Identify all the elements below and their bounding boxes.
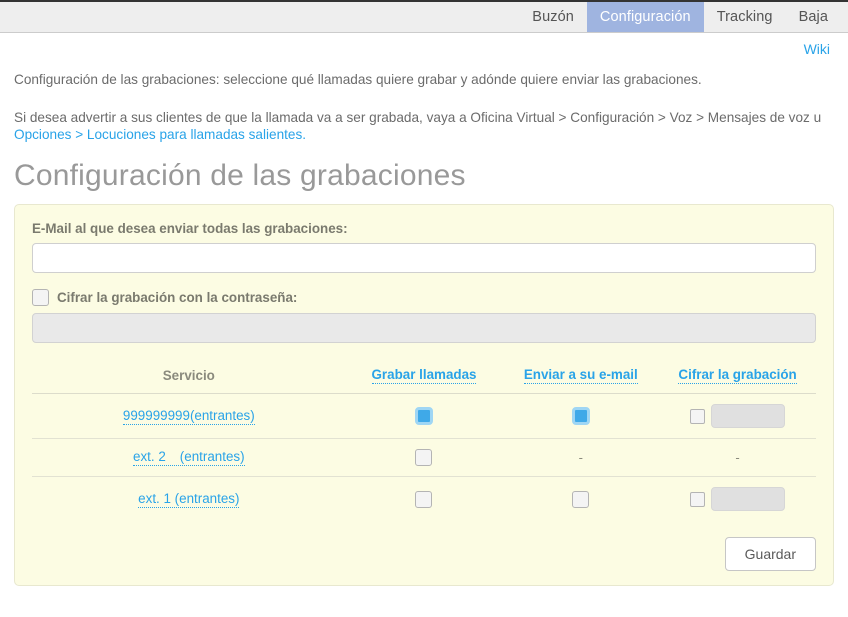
nav-item-label: Tracking — [717, 9, 773, 25]
panel-footer: Guardar — [32, 537, 816, 571]
service-direction: (entrantes) — [175, 491, 240, 506]
wiki-link[interactable]: Wiki — [804, 41, 830, 57]
service-link[interactable]: 999999999(entrantes) — [123, 408, 255, 425]
table-row: ext. 1 (entrantes) — [32, 477, 816, 522]
cell-email: - — [502, 439, 659, 477]
intro-paragraph-2-text: Si desea advertir a sus clientes de que … — [14, 110, 821, 125]
save-button[interactable]: Guardar — [725, 537, 816, 571]
column-header-record-label[interactable]: Grabar llamadas — [372, 367, 477, 384]
cipher-row-password-input[interactable] — [711, 487, 785, 511]
cell-email — [502, 394, 659, 439]
email-input[interactable] — [32, 243, 816, 273]
cell-service: ext. 2 (entrantes) — [32, 439, 346, 477]
service-link[interactable]: ext. 1 (entrantes) — [138, 491, 239, 508]
nav-item-configuracion[interactable]: Configuración — [587, 2, 704, 32]
service-name: ext. 2 — [133, 449, 166, 464]
service-link[interactable]: ext. 2 (entrantes) — [133, 449, 245, 466]
services-table-body: 999999999(entrantes) — [32, 394, 816, 522]
record-calls-checkbox[interactable] — [415, 491, 432, 508]
nav-item-label: Buzón — [532, 9, 574, 25]
send-email-checkbox[interactable] — [572, 407, 590, 425]
record-calls-checkbox[interactable] — [415, 449, 432, 466]
cell-cipher — [659, 477, 816, 522]
nav-item-tracking[interactable]: Tracking — [704, 2, 786, 32]
table-row: 999999999(entrantes) — [32, 394, 816, 439]
nav-item-label: Configuración — [600, 9, 691, 25]
services-table: Servicio Grabar llamadas Enviar a su e-m… — [32, 361, 816, 521]
services-table-head: Servicio Grabar llamadas Enviar a su e-m… — [32, 361, 816, 394]
email-unavailable-dash: - — [579, 450, 583, 465]
cipher-password-label: Cifrar la grabación con la contraseña: — [57, 290, 297, 305]
cipher-unavailable-dash: - — [735, 450, 739, 465]
nav-item-label: Baja — [799, 9, 828, 25]
cipher-cell-wrapper — [659, 487, 816, 511]
page-title: Configuración de las grabaciones — [14, 159, 834, 201]
column-header-service: Servicio — [32, 361, 346, 394]
email-field-label: E-Mail al que desea enviar todas las gra… — [32, 221, 816, 236]
cipher-password-row: Cifrar la grabación con la contraseña: — [32, 289, 816, 306]
cell-record — [346, 394, 503, 439]
top-navigation-bar: Buzón Configuración Tracking Baja — [0, 0, 848, 33]
locuciones-link[interactable]: Opciones > Locuciones para llamadas sali… — [14, 127, 306, 142]
record-calls-checkbox[interactable] — [415, 407, 433, 425]
wiki-link-row: Wiki — [0, 33, 848, 64]
main-content: Configuración de las grabaciones: selecc… — [0, 71, 848, 586]
column-header-service-label: Servicio — [163, 368, 215, 383]
table-header-row: Servicio Grabar llamadas Enviar a su e-m… — [32, 361, 816, 394]
send-email-checkbox[interactable] — [572, 491, 589, 508]
nav-item-buzon[interactable]: Buzón — [519, 2, 587, 32]
cipher-checkbox[interactable] — [690, 492, 705, 507]
cell-service: ext. 1 (entrantes) — [32, 477, 346, 522]
service-direction: (entrantes) — [190, 408, 255, 423]
cipher-cell-wrapper — [659, 404, 816, 428]
service-name: 999999999 — [123, 408, 190, 423]
cipher-row-password-input[interactable] — [711, 404, 785, 428]
intro-paragraph-1: Configuración de las grabaciones: selecc… — [14, 71, 834, 88]
cipher-password-input[interactable] — [32, 313, 816, 343]
column-header-email: Enviar a su e-mail — [502, 361, 659, 394]
recordings-settings-panel: E-Mail al que desea enviar todas las gra… — [14, 204, 834, 586]
table-row: ext. 2 (entrantes) - - — [32, 439, 816, 477]
intro-paragraph-2: Si desea advertir a sus clientes de que … — [14, 109, 834, 143]
cipher-password-checkbox[interactable] — [32, 289, 49, 306]
column-header-cipher: Cifrar la grabación — [659, 361, 816, 394]
cipher-checkbox[interactable] — [690, 409, 705, 424]
column-header-cipher-label[interactable]: Cifrar la grabación — [678, 367, 796, 384]
column-header-email-label[interactable]: Enviar a su e-mail — [524, 367, 638, 384]
cell-cipher: - — [659, 439, 816, 477]
nav-item-baja[interactable]: Baja — [786, 2, 848, 32]
cell-service: 999999999(entrantes) — [32, 394, 346, 439]
cell-cipher — [659, 394, 816, 439]
cell-record — [346, 477, 503, 522]
cell-record — [346, 439, 503, 477]
service-name: ext. 1 — [138, 491, 171, 506]
column-header-record: Grabar llamadas — [346, 361, 503, 394]
cell-email — [502, 477, 659, 522]
service-direction: (entrantes) — [180, 449, 245, 464]
